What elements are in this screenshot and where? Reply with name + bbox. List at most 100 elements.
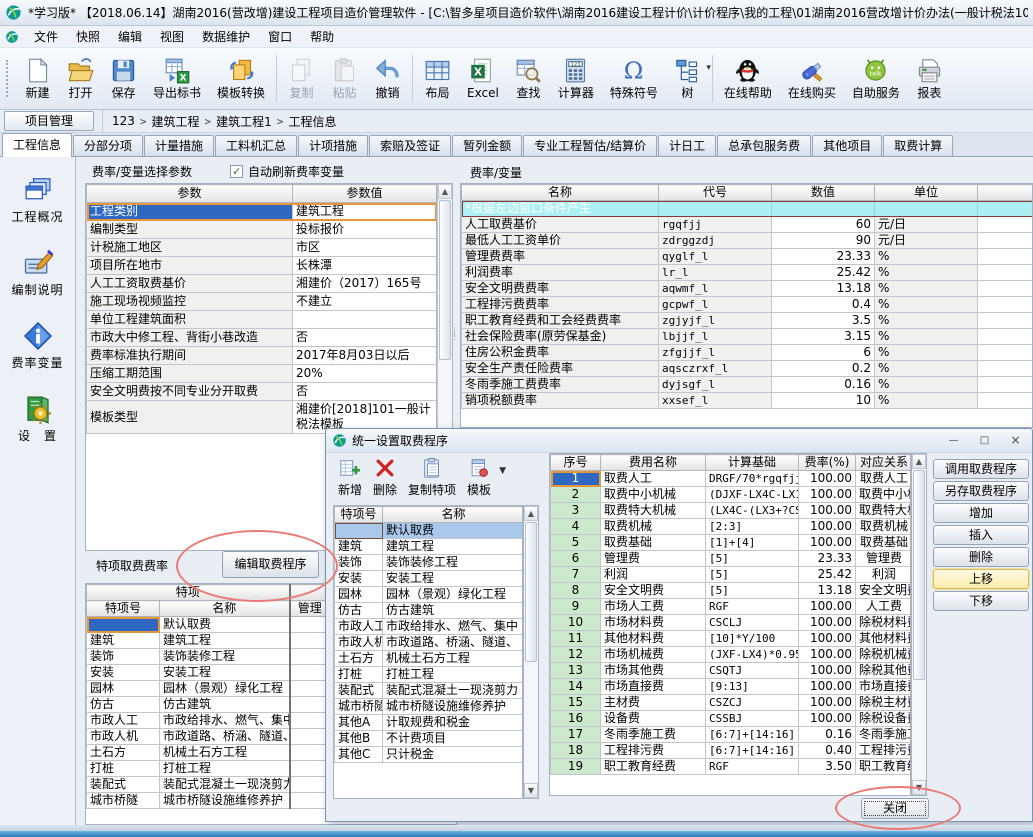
tab-索赔及签证[interactable]: 索赔及签证 [369,135,451,156]
table-row[interactable]: 装配式装配式混凝土一现浇剪力 [335,683,524,699]
tab-取费计算[interactable]: 取费计算 [883,135,953,156]
table-row[interactable]: 其他B不计费项目 [335,731,524,747]
table-row[interactable]: 压缩工期范围20% [87,365,437,383]
toolbar-button-导出标书[interactable]: X导出标书 [145,50,209,107]
table-row[interactable]: 社会保险费率(原劳保基金)lbjjf_l3.15% [462,329,1033,345]
table-row[interactable]: 市政人机市政道路、桥涵、隧道、 [335,635,524,651]
table-row[interactable]: 销项税额费率xxsef_l10% [462,393,1033,409]
tab-计日工[interactable]: 计日工 [658,135,716,156]
menu-item-快照[interactable]: 快照 [67,26,109,47]
close-icon[interactable]: × [1005,433,1026,448]
table-row[interactable]: 15主材费CSZCJ100.00除税主材费 [551,695,912,711]
menu-item-文件[interactable]: 文件 [25,26,67,47]
toolbar-button-打开[interactable]: 打开 [59,50,102,107]
table-row[interactable]: *根据左边窗口条件产生 [462,201,1033,217]
toolbar-button-报表[interactable]: 报表 [908,50,951,107]
panel-splitter-handle[interactable]: ⋮⋮ [450,330,456,358]
tab-工程信息[interactable]: 工程信息 [2,133,72,157]
table-row[interactable]: 16设备费CSSBJ100.00除税设备费 [551,711,912,727]
tab-工料机汇总[interactable]: 工料机汇总 [215,135,297,156]
table-row[interactable]: 人工工资取费基价湘建价（2017）165号 [87,275,437,293]
table-row[interactable]: 市政人工市政给排水、燃气、集中 [335,619,524,635]
table-row[interactable]: 其他C只计税金 [335,747,524,763]
toolbar-button-模板转换[interactable]: 模板转换 [209,50,273,107]
toolbar-button-自助服务[interactable]: talk自助服务 [844,50,908,107]
table-row[interactable]: 土石方机械土石方工程 [335,651,524,667]
table-row[interactable]: 17冬雨季施工费[6:7]+[14:16]0.16冬雨季施工费 [551,727,912,743]
table-row[interactable]: 管理费费率qyglf_l23.33% [462,249,1033,265]
table-row[interactable]: 2取费中小机械(DJXF-LX4C-LX1*100.00取费中小机械 [551,487,912,503]
table-row[interactable]: 13市场其他费CSQTJ100.00除税其他费 [551,663,912,679]
table-row[interactable]: 施工现场视频监控不建立 [87,293,437,311]
table-row[interactable]: 14市场直接费[9:13]100.00市场直接费 [551,679,912,695]
dialog-button-上移[interactable]: 上移 [933,569,1029,589]
dialog-button-删除[interactable]: 删除 [933,547,1029,567]
close-button[interactable]: 关闭 [861,798,929,819]
table-row[interactable]: 工程类别建筑工程 [87,203,437,221]
table-row[interactable]: 1取费人工DRGF/70*rgqfjj100.00取费人工 [551,471,912,487]
dialog-button-插入[interactable]: 插入 [933,525,1029,545]
toolbar-button-新建[interactable]: 新建 [16,50,59,107]
table-row[interactable]: 人工取费基价rgqfjj60元/日 [462,217,1033,233]
table-row[interactable]: 工程排污费费率gcpwf_l0.4% [462,297,1033,313]
toolbar-button-在线购买[interactable]: 在线购买 [780,50,844,107]
table-row[interactable]: 其他A计取规费和税金 [335,715,524,731]
dialog-toolbar-button-模板[interactable]: 模板 [464,456,494,499]
sidebar-item-编制说明[interactable]: 编制说明 [0,243,75,303]
menu-item-帮助[interactable]: 帮助 [301,26,343,47]
tab-分部分项[interactable]: 分部分项 [73,135,143,156]
table-row[interactable]: 仿古仿古建筑 [335,603,524,619]
table-row[interactable]: 安全文明费费率aqwmf_l13.18% [462,281,1033,297]
tab-总承包服务费[interactable]: 总承包服务费 [717,135,811,156]
table-row[interactable]: 城市桥隧城市桥隧设施维修养护 [335,699,524,715]
dialog-title-bar[interactable]: 统一设置取费程序 — □ × [326,429,1032,453]
dialog-button-调用取费程序[interactable]: 调用取费程序 [933,459,1029,479]
breadcrumb-item[interactable]: 建筑工程1 [213,113,275,130]
table-row[interactable]: 安全文明费按不同专业分开取费否 [87,383,437,401]
toolbar-button-保存[interactable]: 保存 [102,50,145,107]
sidebar-item-设置[interactable]: 设 置 [0,389,75,449]
table-row[interactable]: 4取费机械[2:3]100.00取费机械 [551,519,912,535]
dialog-toolbar-button-删除[interactable]: 删除 [370,456,400,499]
table-row[interactable]: 建筑建筑工程 [335,539,524,555]
table-row[interactable]: 18工程排污费[6:7]+[14:16]0.40工程排污费 [551,743,912,759]
scroll-up-icon[interactable]: ▲ [912,454,926,469]
table-row[interactable]: 职工教育经费和工会经费费率zgjyjf_l3.5% [462,313,1033,329]
table-row[interactable]: 住房公积金费率zfgjjf_l6% [462,345,1033,361]
table-row[interactable]: 冬雨季施工费费率dyjsgf_l0.16% [462,377,1033,393]
toolbar-button-Excel[interactable]: XExcel [459,50,507,107]
dialog-toolbar-button-新增[interactable]: 新增 [335,456,365,499]
dialog-button-下移[interactable]: 下移 [933,591,1029,611]
dialog-button-另存取费程序[interactable]: 另存取费程序 [933,481,1029,501]
table-row[interactable]: 8安全文明费[5]13.18安全文明费 [551,583,912,599]
scrollbar-thumb[interactable] [525,522,537,662]
toolbar-button-计算器[interactable]: 123计算器 [550,50,602,107]
scroll-down-icon[interactable]: ▼ [524,783,538,798]
sidebar-item-工程概况[interactable]: 工程概况 [0,170,75,230]
breadcrumb-item[interactable]: 工程信息 [285,113,339,130]
dialog-fee-scrollbar[interactable]: ▲ ▼ [911,453,927,796]
menu-item-数据维护[interactable]: 数据维护 [193,26,259,47]
table-row[interactable]: 利润费率lr_l25.42% [462,265,1033,281]
sidebar-item-费率变量[interactable]: 费率变量 [0,316,75,376]
table-row[interactable]: 园林园林（景观）绿化工程 [335,587,524,603]
breadcrumb-item[interactable]: 建筑工程 [149,113,203,130]
breadcrumb-item[interactable]: 123 [109,114,138,128]
toolbar-button-查找[interactable]: 查找 [507,50,550,107]
toolbar-button-撤销[interactable]: 撤销 [366,50,409,107]
toolbar-button-在线帮助[interactable]: 在线帮助 [716,50,780,107]
table-row[interactable]: 默认取费 [335,523,524,539]
menu-item-视图[interactable]: 视图 [151,26,193,47]
toolbar-grip[interactable] [6,60,10,97]
tab-计项措施[interactable]: 计项措施 [298,135,368,156]
tab-暂列金额[interactable]: 暂列金额 [452,135,522,156]
scroll-up-icon[interactable]: ▲ [524,506,538,521]
tab-专业工程暂估/结算价[interactable]: 专业工程暂估/结算价 [523,135,657,156]
table-row[interactable]: 5取费基础[1]+[4]100.00取费基础 [551,535,912,551]
table-row[interactable]: 市政大中修工程、背街小巷改造否 [87,329,437,347]
table-row[interactable]: 编制类型投标报价 [87,221,437,239]
table-row[interactable]: 计税施工地区市区 [87,239,437,257]
tab-计量措施[interactable]: 计量措施 [144,135,214,156]
table-row[interactable]: 装饰装饰装修工程 [335,555,524,571]
menu-item-编辑[interactable]: 编辑 [109,26,151,47]
